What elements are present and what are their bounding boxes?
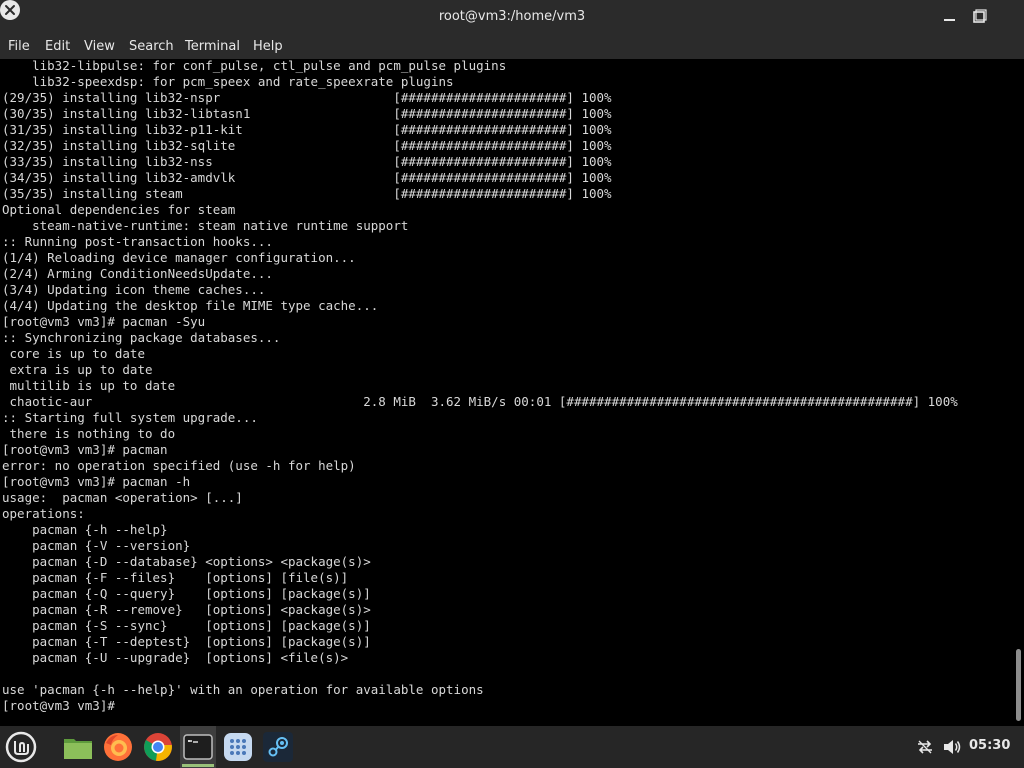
network-icon[interactable] [915,737,935,757]
menu-search[interactable]: Search [129,38,174,56]
clock[interactable]: 05:30 [969,738,1010,753]
active-window-indicator [182,764,214,767]
menu-view[interactable]: View [84,38,115,56]
menu-edit[interactable]: Edit [45,38,70,56]
steam-icon[interactable] [262,731,294,763]
volume-icon[interactable] [941,737,963,757]
firefox-icon[interactable] [102,731,134,763]
menu-terminal[interactable]: Terminal [185,38,240,56]
apps-grid-icon[interactable] [222,731,254,763]
menu-help[interactable]: Help [253,38,283,56]
terminal-icon[interactable] [182,731,214,763]
menu-bar: File Edit View Search Terminal Help [0,34,1024,59]
maximize-icon[interactable] [970,8,988,26]
chrome-icon[interactable] [142,731,174,763]
scrollbar-thumb[interactable] [1016,649,1021,721]
window-title: root@vm3:/home/vm3 [438,9,586,24]
mint-menu-icon[interactable] [5,731,37,763]
window-titlebar[interactable]: root@vm3:/home/vm3 [0,0,1024,34]
taskbar: 05:30 [0,726,1024,768]
files-icon[interactable] [62,731,94,763]
minimize-icon[interactable] [941,8,959,26]
terminal-output[interactable]: lib32-libpulse: for conf_pulse, ctl_puls… [0,59,1014,726]
terminal-text: lib32-libpulse: for conf_pulse, ctl_puls… [2,59,958,713]
terminal-scrollbar[interactable] [1014,59,1024,726]
menu-file[interactable]: File [8,38,30,56]
